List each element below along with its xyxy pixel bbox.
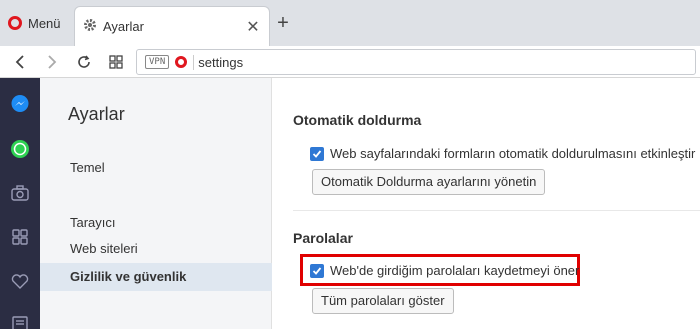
messenger-icon[interactable] — [8, 92, 32, 116]
address-bar: VPN settings — [0, 46, 700, 78]
speed-dial-icon[interactable] — [8, 225, 32, 249]
manage-autofill-button[interactable]: Otomatik Doldurma ayarlarını yönetin — [312, 169, 546, 195]
vpn-badge[interactable]: VPN — [145, 55, 170, 69]
section-divider — [293, 210, 700, 211]
opera-page-icon — [175, 56, 188, 68]
autofill-checkbox-label: Web sayfalarındaki formların otomatik do… — [330, 146, 696, 161]
settings-nav: Ayarlar Temel Tarayıcı Web siteleri Gizl… — [40, 78, 272, 329]
save-passwords-checkbox[interactable] — [310, 263, 324, 278]
autofill-checkbox-row[interactable]: Web sayfalarındaki formların otomatik do… — [310, 146, 695, 161]
nav-item-gizlilik[interactable]: Gizlilik ve güvenlik — [40, 263, 272, 291]
opera-logo-icon — [8, 16, 22, 30]
speed-dial-grid-icon[interactable] — [104, 50, 128, 74]
tab-settings[interactable]: Ayarlar ✕ — [74, 6, 270, 46]
new-tab-button[interactable]: + — [274, 13, 292, 33]
nav-item-tarayici[interactable]: Tarayıcı — [40, 209, 272, 237]
camera-icon[interactable] — [8, 181, 32, 205]
settings-content: Otomatik doldurma Web sayfalarındaki for… — [272, 78, 700, 329]
autofill-section-title: Otomatik doldurma — [293, 112, 422, 128]
page-title: Ayarlar — [68, 104, 125, 124]
tab-bar: Menü Ayarlar ✕ + — [0, 0, 700, 46]
news-icon[interactable] — [8, 312, 32, 329]
save-passwords-checkbox-row[interactable]: Web'de girdiğim parolaları kaydetmeyi ön… — [310, 263, 579, 278]
heart-icon[interactable] — [8, 270, 32, 294]
menu-label: Menü — [28, 15, 61, 31]
back-icon[interactable] — [8, 50, 32, 74]
close-tab-icon[interactable]: ✕ — [243, 17, 263, 37]
opera-sidebar — [0, 78, 40, 329]
nav-item-temel[interactable]: Temel — [40, 154, 272, 182]
reload-icon[interactable] — [72, 50, 96, 74]
opera-menu-button[interactable]: Menü — [8, 12, 61, 34]
save-passwords-checkbox-label: Web'de girdiğim parolaları kaydetmeyi ön… — [330, 263, 580, 278]
autofill-checkbox[interactable] — [310, 146, 324, 161]
passwords-section-title: Parolalar — [293, 230, 353, 246]
show-all-passwords-button[interactable]: Tüm parolaları göster — [312, 288, 454, 314]
nav-item-web-siteleri[interactable]: Web siteleri — [40, 235, 272, 263]
tab-title: Ayarlar — [103, 19, 144, 34]
gear-icon — [83, 18, 97, 35]
whatsapp-icon[interactable] — [8, 137, 32, 161]
url-input[interactable]: VPN settings — [136, 49, 696, 75]
url-text: settings — [193, 54, 243, 70]
forward-icon[interactable] — [40, 50, 64, 74]
